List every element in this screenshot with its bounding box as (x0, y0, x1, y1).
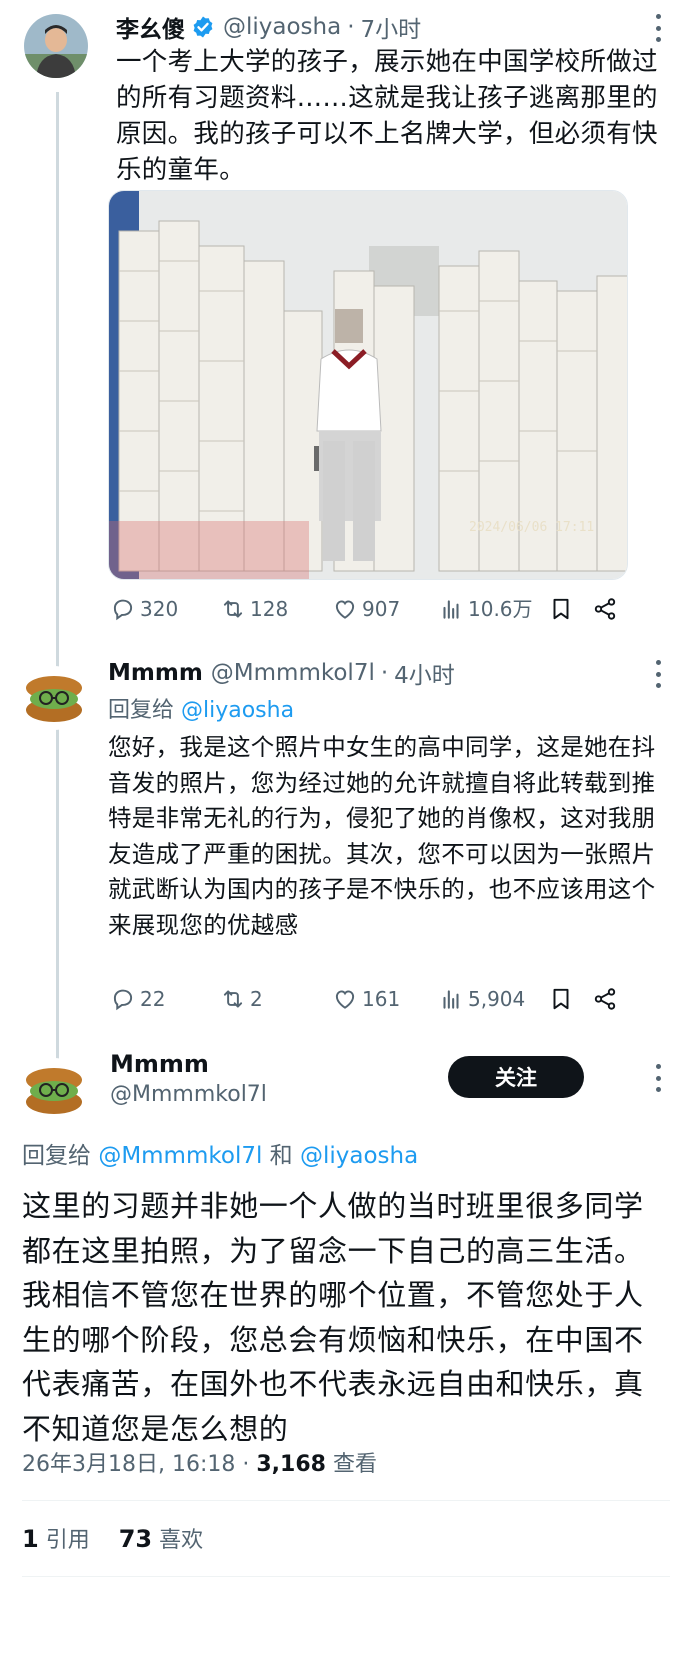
tweet2-share-button[interactable] (592, 986, 628, 1012)
avatar-mmmm[interactable] (22, 666, 86, 730)
tweet3-reply-to: 回复给 @Mmmmkol7l 和 @liyaosha (22, 1136, 418, 1170)
share-icon (594, 988, 616, 1010)
tweet2-reply-mention[interactable]: @liyaosha (181, 698, 294, 723)
tweet1-more-icon[interactable] (654, 14, 662, 42)
thread-line (56, 92, 59, 1102)
tweet3-likes-link[interactable]: 73 喜欢 (118, 1525, 204, 1553)
views-chart-icon (443, 990, 459, 1009)
heart-icon (335, 990, 355, 1009)
tweet3-quote-count: 1 (22, 1525, 39, 1553)
tweet1-actions: 320 128 907 10.6万 (110, 592, 630, 626)
tweet1-separator: · (347, 14, 355, 40)
study-materials-photo: 2024/06/06 17:11 (109, 191, 627, 579)
divider (22, 1576, 670, 1577)
tweet3-reply-mention-1[interactable]: @Mmmmkol7l (98, 1143, 262, 1169)
tweet1-share-button[interactable] (592, 596, 628, 622)
tweet1-handle[interactable]: @liyaosha (223, 14, 341, 40)
tweet2-header: Mmmm @Mmmmkol7l · 4小时 (108, 656, 455, 690)
tweet2-reply-count: 22 (140, 987, 166, 1011)
tweet1-bookmark-button[interactable] (548, 596, 592, 622)
tweet2-bookmark-button[interactable] (548, 986, 592, 1012)
tweet2-retweet-count: 2 (250, 987, 263, 1011)
dorayaki-frog-avatar-icon (22, 1058, 86, 1122)
tweet3-views-label: 查看 (325, 1452, 377, 1477)
tweet3-text: 这里的习题并非她一个人做的当时班里很多同学都在这里拍照，为了留念一下自己的高三生… (22, 1189, 644, 1446)
tweet1-views-count: 10.6万 (468, 597, 533, 621)
tweet1-header: 李幺傻 @liyaosha · 7小时 (116, 10, 421, 44)
tweet3-quotes-link[interactable]: 1 引用 (22, 1525, 90, 1553)
heart-icon (335, 600, 355, 619)
bookmark-icon (553, 988, 569, 1010)
tweet1-like-button[interactable]: 907 (332, 596, 438, 622)
tweet2-views-count: 5,904 (468, 987, 526, 1011)
tweet3-like-count: 73 (118, 1525, 153, 1553)
tweet2-actions: 22 2 161 5,904 (110, 982, 630, 1016)
tweet1-time[interactable]: 7小时 (361, 10, 422, 44)
avatar-photo-icon (24, 14, 88, 78)
tweet3-quote-label: 引用 (38, 1528, 90, 1553)
tweet3-date[interactable]: 26年3月18日, 16:18 (22, 1452, 235, 1477)
tweet3-more-icon[interactable] (654, 1064, 662, 1092)
tweet3-stats: 1 引用 73 喜欢 (22, 1522, 203, 1554)
tweet2-retweet-button[interactable]: 2 (220, 986, 332, 1012)
tweet1-photo[interactable]: 2024/06/06 17:11 (108, 190, 628, 580)
tweet3-handle[interactable]: @Mmmmkol7l (110, 1082, 267, 1107)
tweet2-author-name[interactable]: Mmmm (108, 660, 203, 686)
tweet1-author-name[interactable]: 李幺傻 (116, 10, 185, 44)
tweet2-like-button[interactable]: 161 (332, 986, 438, 1012)
tweet3-meta: 26年3月18日, 16:18 · 3,168 查看 (22, 1446, 377, 1478)
bookmark-icon (553, 598, 569, 620)
tweet2-views-button[interactable]: 5,904 (438, 986, 548, 1012)
tweet3-reply-mention-2[interactable]: @liyaosha (300, 1143, 418, 1169)
tweet1-reply-count: 320 (140, 597, 179, 621)
tweet3-handle-row: @Mmmmkol7l (110, 1082, 267, 1107)
reply-icon (113, 989, 133, 1011)
tweet2-more-icon[interactable] (654, 660, 662, 688)
tweet1-reply-button[interactable]: 320 (110, 596, 220, 622)
tweet2-text: 您好，我是这个照片中女生的高中同学，这是她在抖音发的照片，您为经过她的允许就擅自… (108, 733, 656, 939)
tweet3-reply-and: 和 (262, 1143, 300, 1169)
tweet2-reply-prefix: 回复给 (108, 698, 181, 723)
avatar-liyaosha[interactable] (24, 14, 88, 78)
tweet2-handle[interactable]: @Mmmmkol7l (211, 660, 375, 686)
tweet2-reply-button[interactable]: 22 (110, 986, 220, 1012)
dorayaki-frog-avatar-icon (22, 666, 86, 730)
tweet3-author-name-row: Mmmm (110, 1050, 209, 1078)
photo-timestamp: 2024/06/06 17:11 (469, 520, 594, 535)
avatar-mmmm-focused[interactable] (22, 1058, 86, 1122)
retweet-icon (223, 990, 243, 1008)
views-chart-icon (443, 600, 459, 619)
tweet1-views-button[interactable]: 10.6万 (438, 596, 548, 622)
tweet3-views-count: 3,168 (256, 1452, 326, 1477)
divider (22, 1500, 670, 1501)
tweet3-author-name[interactable]: Mmmm (110, 1050, 209, 1078)
verified-badge-icon (193, 16, 213, 38)
tweet3-reply-prefix: 回复给 (22, 1143, 99, 1169)
follow-button[interactable]: 关注 (448, 1056, 584, 1098)
tweet2-time[interactable]: 4小时 (394, 656, 455, 690)
tweet1-like-count: 907 (362, 597, 401, 621)
tweet3-meta-separator: · (235, 1452, 257, 1477)
retweet-icon (223, 600, 243, 618)
tweet1-retweet-button[interactable]: 128 (220, 596, 332, 622)
tweet3-like-label: 喜欢 (152, 1528, 204, 1553)
tweet1-text: 一个考上大学的孩子，展示她在中国学校所做过的所有习题资料……这就是我让孩子逃离那… (116, 47, 658, 185)
tweet2-separator: · (380, 660, 389, 686)
tweet2-like-count: 161 (362, 987, 401, 1011)
reply-icon (113, 599, 133, 621)
share-icon (594, 598, 616, 620)
tweet1-retweet-count: 128 (250, 597, 289, 621)
tweet2-reply-to: 回复给 @liyaosha (108, 692, 294, 724)
